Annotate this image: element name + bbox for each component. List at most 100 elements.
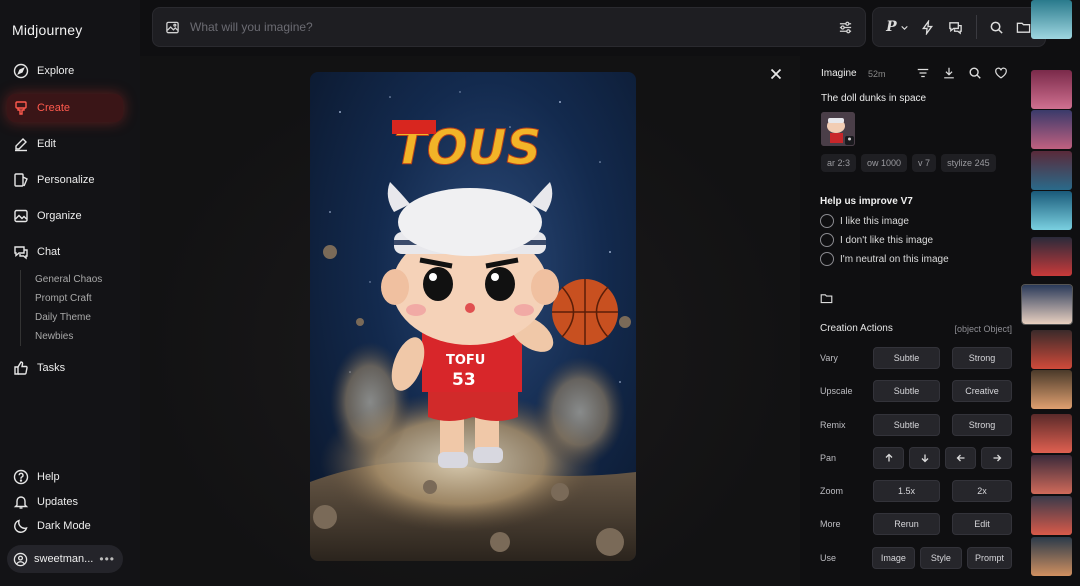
heart-icon[interactable] (994, 66, 1008, 80)
user-menu[interactable]: sweetman... ••• (7, 545, 123, 573)
history-thumbnail[interactable] (1031, 191, 1072, 230)
close-icon[interactable] (768, 66, 784, 82)
sidebar-item-label: Updates (37, 496, 78, 508)
chat-room-item[interactable]: Daily Theme (21, 308, 120, 327)
chat-room-item[interactable]: Prompt Craft (21, 289, 120, 308)
avatar (13, 552, 28, 566)
history-thumbnail[interactable] (1031, 414, 1072, 453)
history-thumbnail[interactable] (1031, 237, 1072, 276)
feedback-dislike[interactable]: I don't like this image (820, 233, 933, 247)
sidebar-item-help[interactable]: Help (7, 463, 123, 491)
use-prompt-button[interactable]: Prompt (966, 547, 1012, 569)
timestamp: 52m (868, 69, 886, 79)
sidebar-item-chat[interactable]: Chat (7, 238, 123, 266)
history-thumbnail[interactable] (1031, 151, 1072, 190)
search-icon[interactable] (968, 66, 982, 80)
reference-image-thumbnail[interactable] (821, 112, 855, 146)
action-label: Pan (820, 453, 837, 463)
sidebar-item-tasks[interactable]: Tasks (7, 354, 123, 382)
upscale-row: Upscale Subtle Creative (820, 380, 1012, 402)
action-label: Zoom (820, 486, 844, 496)
action-label: Remix (820, 420, 846, 430)
radio-button[interactable] (820, 214, 834, 228)
sidebar-item-organize[interactable]: Organize (7, 202, 123, 230)
history-thumbnail[interactable] (1031, 537, 1072, 576)
param-chip[interactable]: v 7 (912, 154, 937, 172)
zoom-row: Zoom 1.5x 2x (820, 480, 1012, 502)
generated-image[interactable]: TOUS TOFU 53 (310, 72, 636, 561)
feedback-neutral[interactable]: I'm neutral on this image (820, 252, 949, 266)
remix-strong-button[interactable]: Strong (952, 414, 1012, 436)
filter-icon[interactable] (916, 66, 930, 80)
action-label: Vary (820, 353, 838, 363)
sidebar-item-label: Tasks (37, 362, 66, 374)
image-upload-icon[interactable] (165, 20, 180, 35)
radio-button[interactable] (820, 252, 834, 266)
history-thumbnail[interactable] (1031, 0, 1072, 39)
vary-subtle-button[interactable]: Subtle (873, 347, 940, 369)
arrow-right-icon (993, 454, 1001, 462)
sidebar-item-edit[interactable]: Edit (7, 130, 123, 158)
speed-button[interactable] (914, 7, 941, 47)
more-options-link[interactable]: [object Object] (954, 324, 1012, 334)
param-chip[interactable]: stylize 245 (941, 154, 996, 172)
use-image-button[interactable]: Image (871, 547, 915, 569)
sidebar-item-explore[interactable]: Explore (7, 57, 123, 85)
more-icon[interactable]: ••• (99, 552, 115, 566)
history-thumbnail[interactable] (1031, 70, 1072, 109)
sidebar-item-create[interactable]: Create (7, 94, 123, 122)
history-thumbnail[interactable] (1031, 496, 1072, 535)
sidebar-item-personalize[interactable]: Personalize (7, 166, 123, 194)
prompt-text[interactable]: The doll dunks in space (821, 93, 926, 104)
history-thumbnail[interactable] (1031, 455, 1072, 494)
chevron-down-icon (900, 25, 908, 30)
pan-left-button[interactable] (945, 447, 976, 469)
add-to-folder-button[interactable] (820, 292, 833, 310)
edit-icon (15, 138, 27, 152)
upscale-creative-button[interactable]: Creative (952, 380, 1012, 402)
zoom-2x-button[interactable]: 2x (952, 480, 1012, 502)
history-thumbnail[interactable] (1031, 330, 1072, 369)
profile-selector[interactable]: P (881, 7, 914, 47)
history-thumbnail-selected[interactable] (1021, 284, 1073, 325)
pan-right-button[interactable] (981, 447, 1012, 469)
app-logo[interactable]: Midjourney (12, 22, 82, 38)
use-row: Use Image Style Prompt (820, 547, 1012, 569)
pan-down-button[interactable] (909, 447, 940, 469)
chat-bubbles-icon (949, 21, 962, 34)
prompt-input[interactable] (190, 20, 828, 34)
settings-sliders-icon[interactable] (838, 20, 853, 35)
thumbnail-art (821, 112, 855, 146)
feedback-like[interactable]: I like this image (820, 214, 909, 228)
history-thumbnail[interactable] (1031, 110, 1072, 149)
folder-icon (1016, 22, 1031, 33)
chat-room-item[interactable]: General Chaos (21, 270, 120, 289)
zoom-1-5x-button[interactable]: 1.5x (873, 480, 940, 502)
edit-button[interactable]: Edit (952, 513, 1012, 535)
param-chip[interactable]: ar 2:3 (821, 154, 857, 172)
upscale-subtle-button[interactable]: Subtle (873, 380, 940, 402)
use-style-button[interactable]: Style (919, 547, 962, 569)
radio-button[interactable] (820, 233, 834, 247)
history-thumbnail[interactable] (1031, 370, 1072, 409)
sidebar-item-label: Edit (37, 138, 56, 150)
top-toolbar: P (872, 7, 1046, 47)
rerun-button[interactable]: Rerun (873, 513, 940, 535)
chat-mode-button[interactable] (941, 7, 970, 47)
param-chip[interactable]: ow 1000 (861, 154, 908, 172)
sidebar-item-label: Dark Mode (37, 520, 91, 532)
chat-room-item[interactable]: Newbies (21, 327, 120, 346)
action-label: Upscale (820, 386, 853, 396)
history-strip (1021, 0, 1073, 586)
pan-up-button[interactable] (873, 447, 904, 469)
panel-title: Imagine (821, 68, 857, 79)
sidebar-item-dark-mode[interactable]: Dark Mode (7, 512, 123, 540)
remix-subtle-button[interactable]: Subtle (873, 414, 940, 436)
vary-strong-button[interactable]: Strong (952, 347, 1012, 369)
arrow-down-icon (921, 454, 928, 463)
image-icon (14, 209, 28, 223)
download-icon[interactable] (942, 66, 956, 80)
search-button[interactable] (983, 7, 1010, 47)
vary-row: Vary Subtle Strong (820, 347, 1012, 369)
arrow-up-icon (885, 453, 892, 462)
